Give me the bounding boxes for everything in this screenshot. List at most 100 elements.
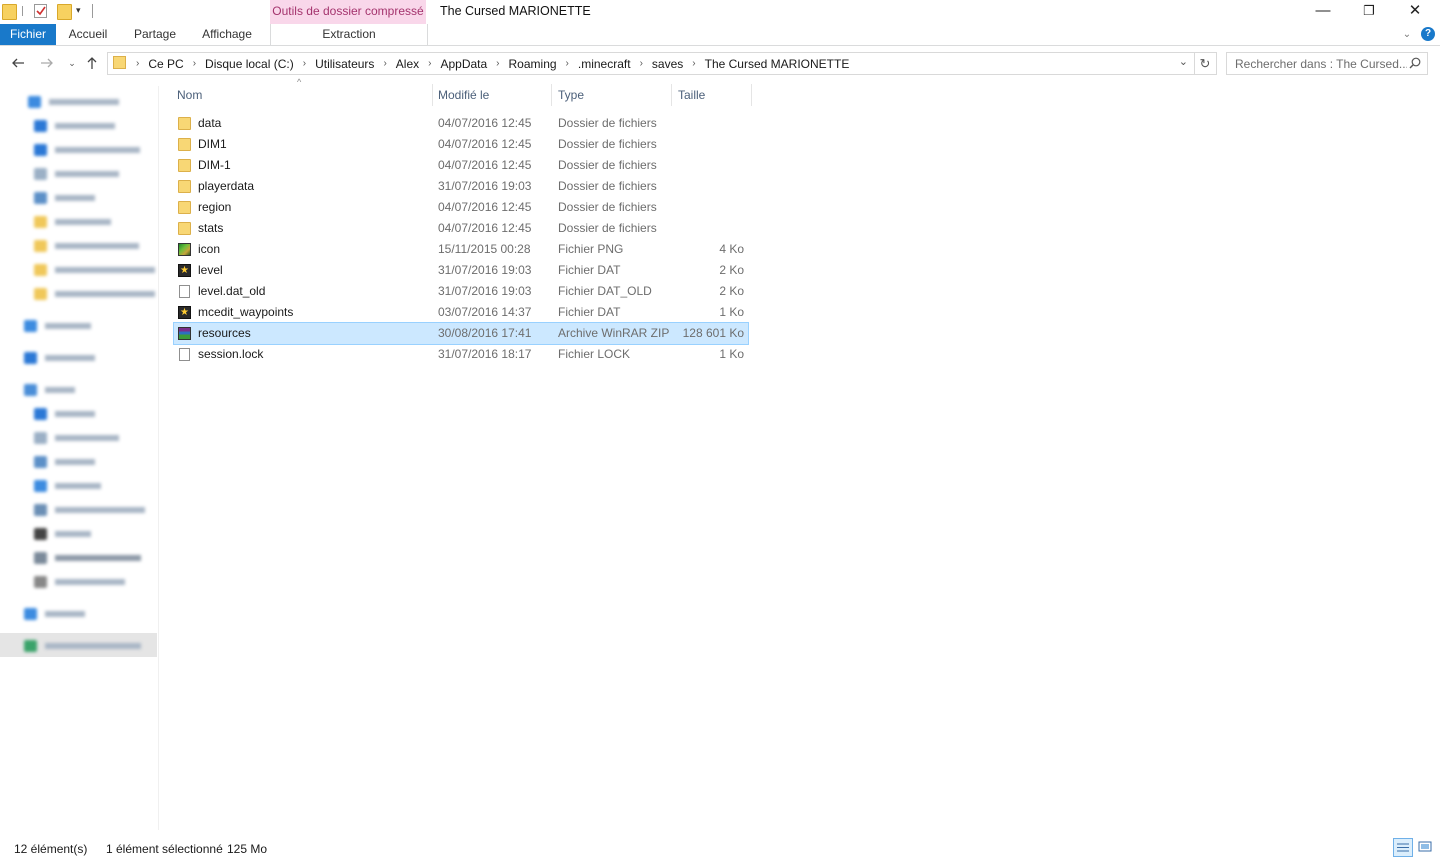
folder-icon [178, 222, 191, 235]
details-view-icon[interactable] [1393, 838, 1413, 857]
nav-item[interactable] [34, 262, 155, 278]
tab-partage[interactable]: Partage [128, 24, 182, 45]
nav-item[interactable] [34, 478, 101, 494]
quick-access-item[interactable] [28, 94, 119, 110]
back-arrow-icon[interactable] [8, 53, 28, 73]
refresh-icon[interactable]: ↻ [1194, 52, 1217, 75]
breadcrumb-item[interactable]: AppData [437, 57, 490, 71]
file-row[interactable]: ★ mcedit_waypoints 03/07/2016 14:37 Fichier… [174, 302, 748, 323]
recent-locations-icon[interactable]: ⌄ [62, 53, 82, 73]
breadcrumb-item[interactable]: Alex [393, 57, 422, 71]
nav-item[interactable] [34, 118, 115, 134]
file-date: 31/07/2016 19:03 [438, 284, 532, 298]
column-divider[interactable] [751, 84, 752, 106]
breadcrumb-separator-icon[interactable]: › [130, 58, 145, 69]
tab-fichier[interactable]: Fichier [0, 24, 56, 45]
file-date: 04/07/2016 12:45 [438, 221, 532, 235]
file-row[interactable]: DIM-1 04/07/2016 12:45 Dossier de fichiers [174, 155, 748, 176]
file-row[interactable]: session.lock 31/07/2016 18:17 Fichier LOCK… [174, 344, 748, 365]
nav-item[interactable] [24, 350, 95, 366]
ribbon-tab-bar: Fichier Accueil Partage Affichage Extrac… [0, 24, 1440, 46]
tab-affichage[interactable]: Affichage [197, 24, 257, 45]
file-row[interactable]: playerdata 31/07/2016 19:03 Dossier de fic… [174, 176, 748, 197]
maximize-button[interactable]: ❐ [1346, 0, 1392, 24]
file-row[interactable]: resources 30/08/2016 17:41 Archive WinRAR … [173, 322, 749, 345]
file-type: Fichier DAT [558, 263, 621, 277]
breadcrumb-separator-icon[interactable]: › [297, 58, 312, 69]
nav-item[interactable] [34, 550, 141, 566]
file-size: 128 601 Ko [682, 326, 744, 340]
file-type: Fichier DAT [558, 305, 621, 319]
blank-file-icon [179, 348, 190, 361]
nav-item[interactable] [34, 166, 119, 182]
column-header-date[interactable]: Modifié le [432, 84, 551, 106]
breadcrumb-separator-icon[interactable]: › [634, 58, 649, 69]
selection-size: 125 Mo [227, 842, 268, 856]
file-size: 2 Ko [719, 284, 744, 298]
properties-icon[interactable] [34, 4, 47, 18]
breadcrumb-item[interactable]: Disque local (C:) [202, 57, 297, 71]
nav-item[interactable] [24, 318, 91, 334]
breadcrumb-item[interactable]: Roaming [506, 57, 560, 71]
search-box[interactable] [1226, 52, 1428, 75]
tab-accueil[interactable]: Accueil [63, 24, 113, 45]
breadcrumb-item[interactable]: Utilisateurs [312, 57, 377, 71]
minimize-button[interactable]: — [1300, 0, 1346, 24]
file-row[interactable]: region 04/07/2016 12:45 Dossier de fichier… [174, 197, 748, 218]
breadcrumb-separator-icon[interactable]: › [560, 58, 575, 69]
column-header-name[interactable]: Nom [171, 84, 432, 106]
file-date: 04/07/2016 12:45 [438, 158, 532, 172]
breadcrumb-separator-icon[interactable]: › [187, 58, 202, 69]
navigation-pane [0, 86, 159, 830]
file-type: Dossier de fichiers [558, 221, 657, 235]
breadcrumb-item[interactable]: Ce PC [145, 57, 186, 71]
close-button[interactable]: ✕ [1392, 0, 1438, 24]
breadcrumb-separator-icon[interactable]: › [686, 58, 701, 69]
forward-arrow-icon[interactable] [37, 53, 57, 73]
file-row[interactable]: stats 04/07/2016 12:45 Dossier de fichiers [174, 218, 748, 239]
nav-item[interactable] [34, 430, 119, 446]
nav-item[interactable] [24, 606, 85, 622]
expand-ribbon-icon[interactable]: ⌄ [1398, 24, 1416, 45]
column-header-size[interactable]: Taille [672, 84, 751, 106]
large-icons-view-icon[interactable] [1416, 838, 1436, 857]
nav-item[interactable] [34, 406, 95, 422]
breadcrumb-item[interactable]: .minecraft [575, 57, 634, 71]
file-row[interactable]: icon 15/11/2015 00:28 Fichier PNG 4 Ko [174, 239, 748, 260]
up-arrow-icon[interactable] [82, 53, 102, 73]
breadcrumb-item[interactable]: The Cursed MARIONETTE [702, 57, 853, 71]
file-row[interactable]: data 04/07/2016 12:45 Dossier de fichiers [174, 113, 748, 134]
nav-item[interactable] [34, 286, 155, 302]
help-icon[interactable]: ? [1421, 27, 1435, 41]
nav-item[interactable] [24, 638, 141, 654]
breadcrumb-item[interactable]: saves [649, 57, 686, 71]
file-size: 1 Ko [719, 305, 744, 319]
file-row[interactable]: DIM1 04/07/2016 12:45 Dossier de fichiers [174, 134, 748, 155]
file-name: level [198, 263, 223, 277]
search-icon[interactable] [1409, 57, 1421, 72]
file-row[interactable]: ★ level 31/07/2016 19:03 Fichier DAT 2 Ko [174, 260, 748, 281]
address-bar[interactable]: › Ce PC › Disque local (C:) › Utilisateurs › Al… [107, 52, 1195, 75]
nav-item[interactable] [34, 574, 125, 590]
file-row[interactable]: level.dat_old 31/07/2016 19:03 Fichier DAT… [174, 281, 748, 302]
nav-item[interactable] [34, 214, 111, 230]
nav-item[interactable] [34, 190, 95, 206]
file-name: session.lock [198, 347, 264, 361]
search-input[interactable] [1227, 53, 1407, 74]
address-history-icon[interactable]: ⌄ [1179, 55, 1188, 68]
customize-quick-access-icon[interactable]: ▾ [76, 5, 81, 16]
breadcrumb-separator-icon[interactable]: › [377, 58, 392, 69]
nav-item[interactable] [34, 502, 145, 518]
dat-file-icon: ★ [178, 264, 191, 277]
nav-item[interactable] [34, 454, 95, 470]
nav-item[interactable] [34, 142, 140, 158]
breadcrumb-separator-icon[interactable]: › [422, 58, 437, 69]
new-folder-icon[interactable] [57, 4, 72, 20]
column-header-type[interactable]: Type [552, 84, 671, 106]
folder-icon [178, 201, 191, 214]
tab-extraction[interactable]: Extraction [270, 24, 428, 45]
breadcrumb-separator-icon[interactable]: › [490, 58, 505, 69]
nav-item[interactable] [24, 382, 75, 398]
nav-item[interactable] [34, 238, 139, 254]
nav-item[interactable] [34, 526, 91, 542]
